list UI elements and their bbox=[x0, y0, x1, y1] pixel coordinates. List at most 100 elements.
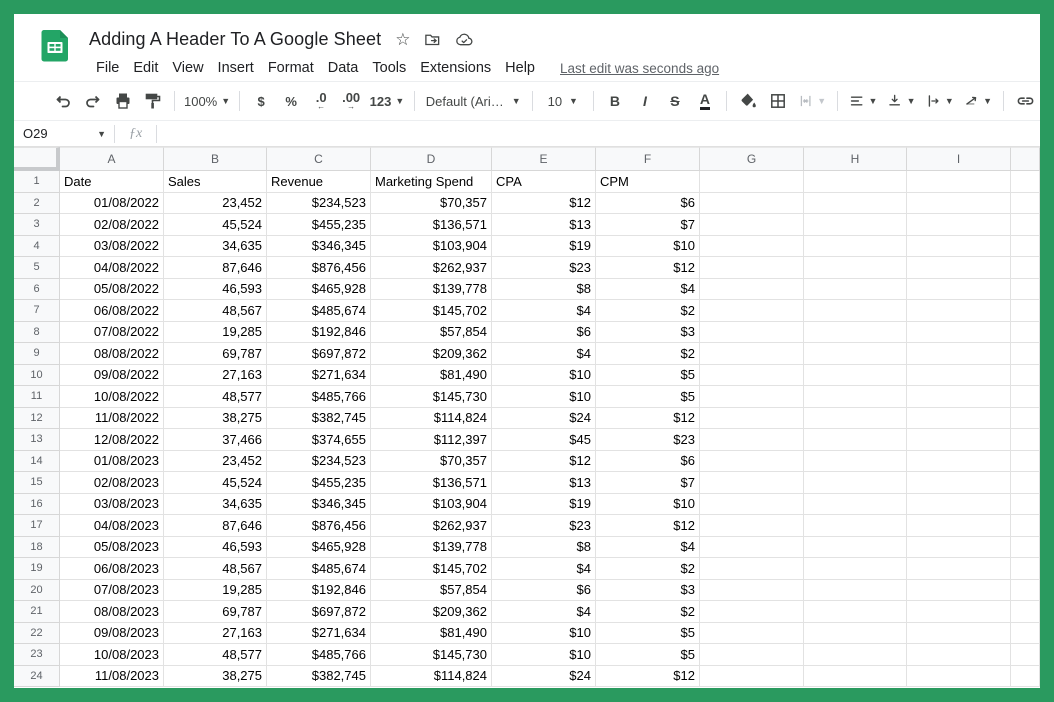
row-header-18[interactable]: 18 bbox=[14, 537, 60, 559]
cell-G5[interactable] bbox=[700, 257, 804, 279]
print-button[interactable] bbox=[110, 88, 136, 114]
cell-partial-4[interactable] bbox=[1011, 236, 1040, 258]
cell-C15[interactable]: $455,235 bbox=[267, 472, 371, 494]
cell-I5[interactable] bbox=[907, 257, 1011, 279]
undo-button[interactable] bbox=[50, 88, 76, 114]
row-header-16[interactable]: 16 bbox=[14, 494, 60, 516]
cell-C23[interactable]: $485,766 bbox=[267, 644, 371, 666]
cell-I23[interactable] bbox=[907, 644, 1011, 666]
horizontal-align-menu[interactable]: ▼ bbox=[846, 88, 880, 114]
cell-F21[interactable]: $2 bbox=[596, 601, 700, 623]
cell-D21[interactable]: $209,362 bbox=[371, 601, 492, 623]
cell-D7[interactable]: $145,702 bbox=[371, 300, 492, 322]
italic-button[interactable]: I bbox=[632, 88, 658, 114]
cell-A12[interactable]: 11/08/2022 bbox=[60, 408, 164, 430]
column-header-partial[interactable] bbox=[1011, 147, 1040, 171]
cell-G24[interactable] bbox=[700, 666, 804, 688]
move-to-folder-icon[interactable] bbox=[424, 31, 441, 48]
cell-I8[interactable] bbox=[907, 322, 1011, 344]
cell-F4[interactable]: $10 bbox=[596, 236, 700, 258]
row-header-2[interactable]: 2 bbox=[14, 193, 60, 215]
cell-I19[interactable] bbox=[907, 558, 1011, 580]
cell-partial-22[interactable] bbox=[1011, 623, 1040, 645]
cell-H17[interactable] bbox=[804, 515, 907, 537]
cell-D19[interactable]: $145,702 bbox=[371, 558, 492, 580]
cell-A19[interactable]: 06/08/2023 bbox=[60, 558, 164, 580]
cell-G14[interactable] bbox=[700, 451, 804, 473]
format-currency-button[interactable]: $ bbox=[248, 88, 274, 114]
cell-B20[interactable]: 19,285 bbox=[164, 580, 267, 602]
row-header-21[interactable]: 21 bbox=[14, 601, 60, 623]
cell-F3[interactable]: $7 bbox=[596, 214, 700, 236]
cell-G20[interactable] bbox=[700, 580, 804, 602]
cell-H8[interactable] bbox=[804, 322, 907, 344]
cell-D14[interactable]: $70,357 bbox=[371, 451, 492, 473]
cell-E4[interactable]: $19 bbox=[492, 236, 596, 258]
cell-I22[interactable] bbox=[907, 623, 1011, 645]
cell-H23[interactable] bbox=[804, 644, 907, 666]
cell-C13[interactable]: $374,655 bbox=[267, 429, 371, 451]
cell-H21[interactable] bbox=[804, 601, 907, 623]
cell-F10[interactable]: $5 bbox=[596, 365, 700, 387]
cell-I20[interactable] bbox=[907, 580, 1011, 602]
name-box[interactable]: O29 ▼ bbox=[14, 126, 114, 141]
strikethrough-button[interactable]: S bbox=[662, 88, 688, 114]
column-header-F[interactable]: F bbox=[596, 147, 700, 171]
cell-E21[interactable]: $4 bbox=[492, 601, 596, 623]
cell-F20[interactable]: $3 bbox=[596, 580, 700, 602]
cell-C5[interactable]: $876,456 bbox=[267, 257, 371, 279]
merge-cells-button[interactable]: ▼ bbox=[795, 88, 829, 114]
cell-D8[interactable]: $57,854 bbox=[371, 322, 492, 344]
cell-C8[interactable]: $192,846 bbox=[267, 322, 371, 344]
cell-E18[interactable]: $8 bbox=[492, 537, 596, 559]
cell-D9[interactable]: $209,362 bbox=[371, 343, 492, 365]
cell-E8[interactable]: $6 bbox=[492, 322, 596, 344]
menu-item-view[interactable]: View bbox=[165, 58, 210, 78]
cell-C19[interactable]: $485,674 bbox=[267, 558, 371, 580]
cell-G18[interactable] bbox=[700, 537, 804, 559]
cell-G7[interactable] bbox=[700, 300, 804, 322]
cell-B16[interactable]: 34,635 bbox=[164, 494, 267, 516]
cell-B17[interactable]: 87,646 bbox=[164, 515, 267, 537]
cell-D2[interactable]: $70,357 bbox=[371, 193, 492, 215]
cell-H22[interactable] bbox=[804, 623, 907, 645]
cell-C17[interactable]: $876,456 bbox=[267, 515, 371, 537]
text-wrapping-menu[interactable]: ▼ bbox=[923, 88, 957, 114]
cell-E11[interactable]: $10 bbox=[492, 386, 596, 408]
cell-partial-7[interactable] bbox=[1011, 300, 1040, 322]
vertical-align-menu[interactable]: ▼ bbox=[884, 88, 918, 114]
cell-C2[interactable]: $234,523 bbox=[267, 193, 371, 215]
menu-item-help[interactable]: Help bbox=[498, 58, 542, 78]
row-header-7[interactable]: 7 bbox=[14, 300, 60, 322]
cell-A3[interactable]: 02/08/2022 bbox=[60, 214, 164, 236]
cell-B14[interactable]: 23,452 bbox=[164, 451, 267, 473]
cell-B24[interactable]: 38,275 bbox=[164, 666, 267, 688]
cell-B9[interactable]: 69,787 bbox=[164, 343, 267, 365]
cell-H13[interactable] bbox=[804, 429, 907, 451]
row-header-6[interactable]: 6 bbox=[14, 279, 60, 301]
cell-B7[interactable]: 48,567 bbox=[164, 300, 267, 322]
cell-I10[interactable] bbox=[907, 365, 1011, 387]
cell-E10[interactable]: $10 bbox=[492, 365, 596, 387]
cell-E1[interactable]: CPA bbox=[492, 171, 596, 193]
cell-C16[interactable]: $346,345 bbox=[267, 494, 371, 516]
cell-A14[interactable]: 01/08/2023 bbox=[60, 451, 164, 473]
cell-D17[interactable]: $262,937 bbox=[371, 515, 492, 537]
cell-C20[interactable]: $192,846 bbox=[267, 580, 371, 602]
cell-partial-5[interactable] bbox=[1011, 257, 1040, 279]
cell-D6[interactable]: $139,778 bbox=[371, 279, 492, 301]
cell-C22[interactable]: $271,634 bbox=[267, 623, 371, 645]
cell-I24[interactable] bbox=[907, 666, 1011, 688]
cell-B12[interactable]: 38,275 bbox=[164, 408, 267, 430]
cell-F12[interactable]: $12 bbox=[596, 408, 700, 430]
cell-B18[interactable]: 46,593 bbox=[164, 537, 267, 559]
cell-C14[interactable]: $234,523 bbox=[267, 451, 371, 473]
cell-partial-2[interactable] bbox=[1011, 193, 1040, 215]
cell-I9[interactable] bbox=[907, 343, 1011, 365]
cell-F16[interactable]: $10 bbox=[596, 494, 700, 516]
cell-A23[interactable]: 10/08/2023 bbox=[60, 644, 164, 666]
row-header-4[interactable]: 4 bbox=[14, 236, 60, 258]
cell-C18[interactable]: $465,928 bbox=[267, 537, 371, 559]
cell-partial-10[interactable] bbox=[1011, 365, 1040, 387]
cell-E6[interactable]: $8 bbox=[492, 279, 596, 301]
